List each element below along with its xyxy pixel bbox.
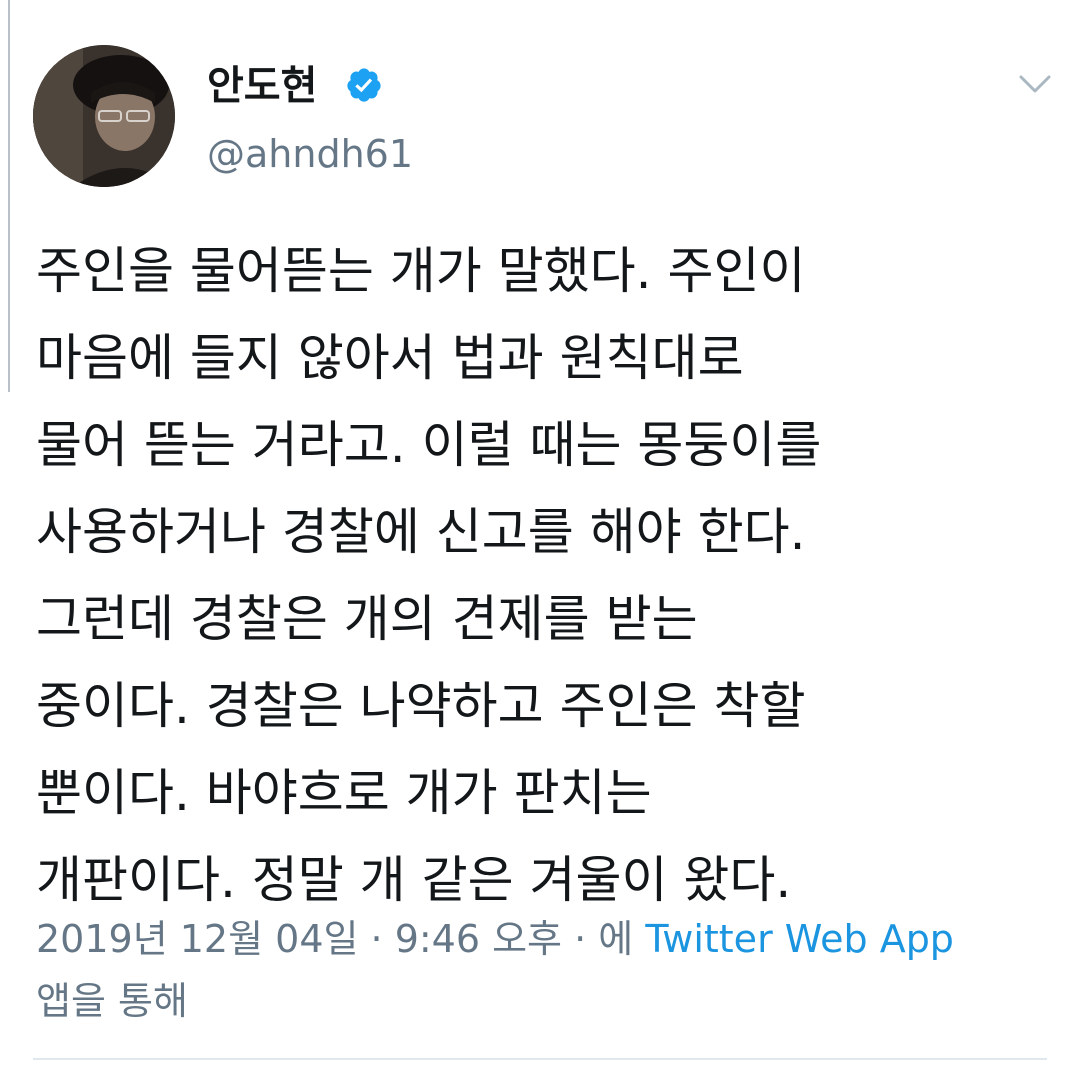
author-handle[interactable]: @ahndh61 <box>207 128 413 180</box>
chevron-down-icon[interactable] <box>1018 72 1052 96</box>
tweet-text: 주인을 물어뜯는 개가 말했다. 주인이 마음에 들지 않아서 법과 원칙대로 … <box>36 228 1046 924</box>
person-avatar-icon <box>33 45 175 187</box>
divider <box>33 1058 1047 1060</box>
tweet-text-line: 사용하거나 경찰에 신고를 해야 한다. <box>36 503 806 561</box>
tweet-timestamp[interactable]: 2019년 12월 04일 · 9:46 오후 · 에 <box>36 917 633 961</box>
tweet-text-line: 뿐이다. 바야흐로 개가 판치는 <box>36 764 652 822</box>
tweet-text-line: 주인을 물어뜯는 개가 말했다. 주인이 <box>36 242 806 300</box>
tweet-source-suffix: 앱을 통해 <box>36 979 188 1023</box>
verified-badge-icon <box>347 68 381 102</box>
adjacent-panel-edge <box>0 0 10 392</box>
author-name[interactable]: 안도현 <box>207 58 317 114</box>
tweet-text-line: 그런데 경찰은 개의 견제를 받는 <box>36 590 698 648</box>
tweet-metadata: 2019년 12월 04일 · 9:46 오후 · 에 Twitter Web … <box>36 908 1056 1032</box>
tweet-text-line: 중이다. 경찰은 나약하고 주인은 착할 <box>36 677 806 735</box>
tweet-text-line: 마음에 들지 않아서 법과 원칙대로 <box>36 329 744 387</box>
author-avatar[interactable] <box>33 45 175 187</box>
tweet-text-line: 물어 뜯는 거라고. 이럴 때는 몽둥이를 <box>36 416 822 474</box>
tweet-source-link[interactable]: Twitter Web App <box>645 917 954 961</box>
